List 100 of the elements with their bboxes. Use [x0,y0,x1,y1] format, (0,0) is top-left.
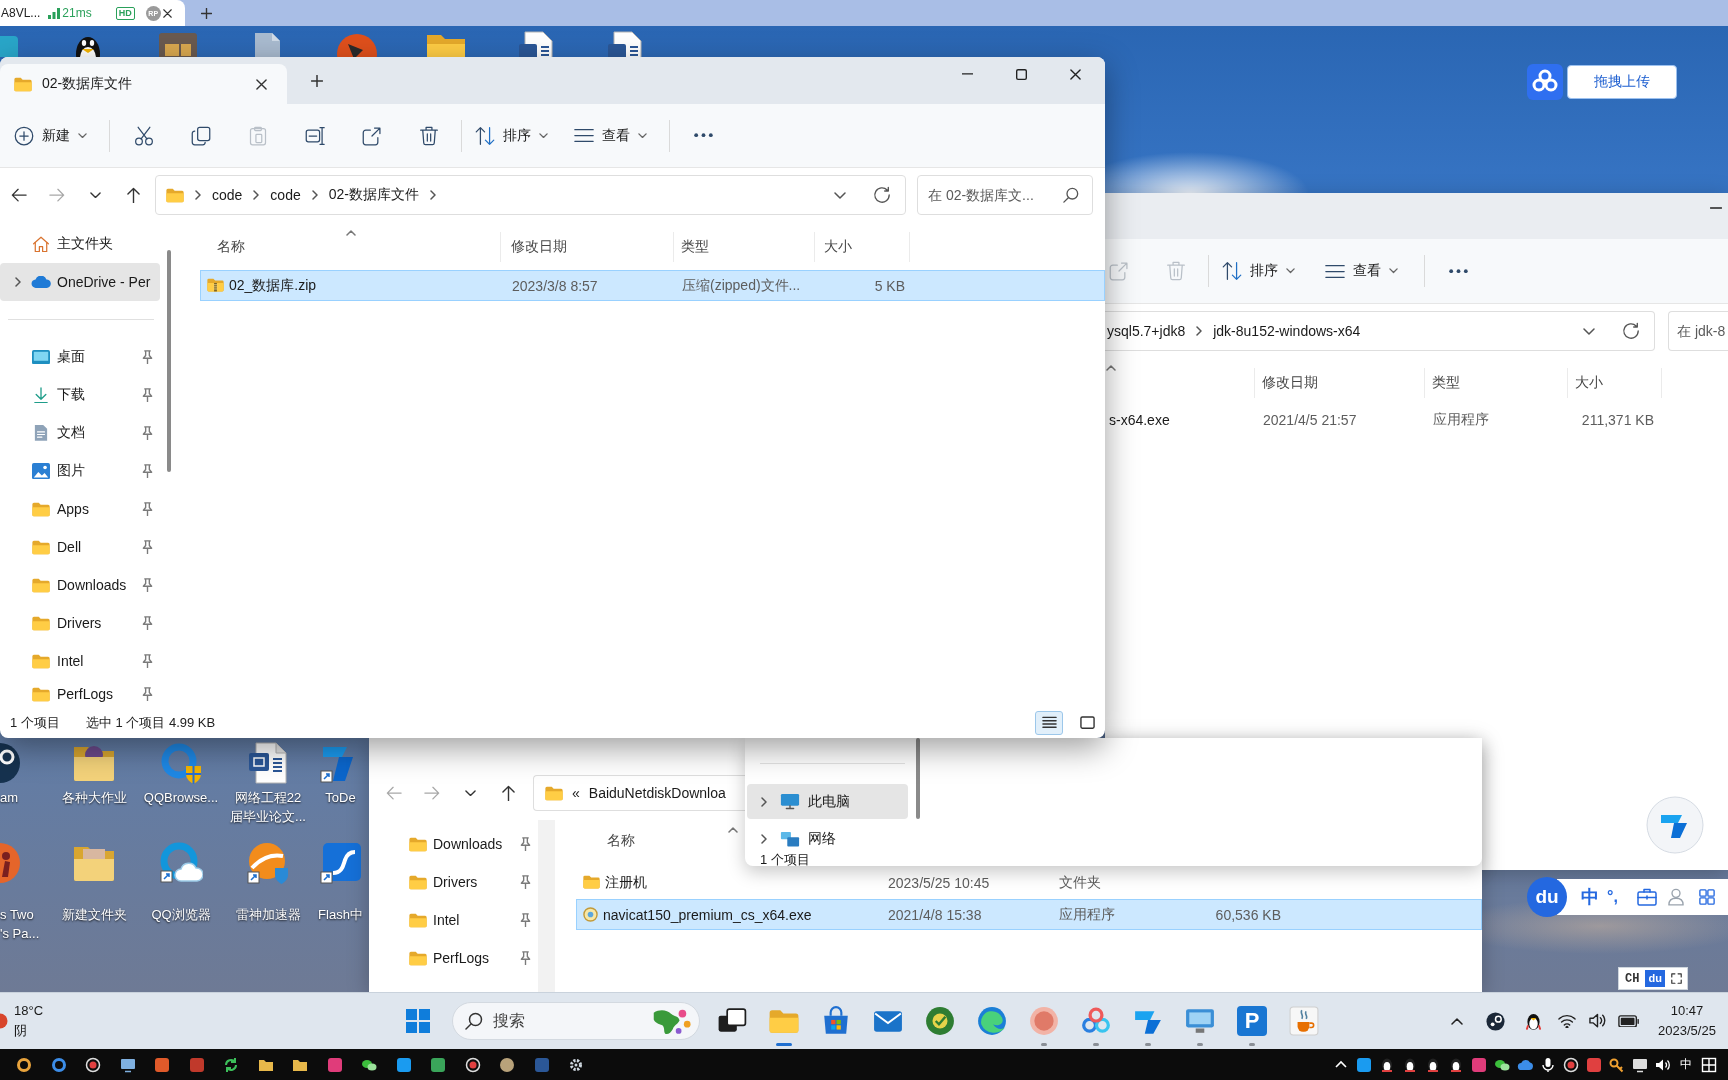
close-icon[interactable] [163,8,172,18]
refresh-icon[interactable] [873,186,891,204]
new-button[interactable]: 新建 [6,115,95,156]
pin-icon[interactable] [142,501,153,517]
nav-item[interactable]: 主文件夹 [0,225,160,263]
refresh-icon[interactable] [1622,322,1640,340]
nav-item[interactable]: Downloads [369,825,538,863]
breadcrumb[interactable]: code [212,187,243,203]
toolbox-icon[interactable] [1636,888,1657,906]
chevron-icon[interactable] [761,796,767,807]
nav-item[interactable]: 文档 [0,414,160,452]
ime-indicator[interactable]: 中 [1679,1056,1692,1073]
nav-item[interactable]: 桌面 [0,338,160,376]
column-header[interactable]: 名称 [200,222,501,268]
pin-icon[interactable] [142,653,153,669]
record-icon[interactable] [1562,1056,1579,1073]
grid-icon[interactable] [1700,1056,1717,1073]
temperature-label[interactable]: 18°C [14,1001,44,1021]
record-icon[interactable] [464,1056,481,1073]
search-icon[interactable] [465,1012,483,1030]
tile-icon[interactable] [154,1056,171,1073]
scissors-icon[interactable] [133,125,154,146]
expand-icon[interactable] [1670,973,1682,984]
copy-icon[interactable] [190,125,211,146]
input-mode-toggle[interactable]: 中 [1581,885,1599,909]
column-header[interactable]: 大小 [815,222,910,268]
trash-icon[interactable] [418,125,439,146]
tile-icon[interactable] [430,1056,447,1073]
key-icon[interactable] [1608,1056,1625,1073]
new-tab-icon[interactable] [201,7,212,19]
window-tab[interactable]: 02-数据库文件 [0,64,287,104]
sort-button[interactable]: 排序 [467,115,556,156]
scrollbar[interactable] [538,820,555,992]
ring-icon[interactable] [16,1056,33,1073]
nav-item[interactable]: 网络 [747,825,908,853]
clock-time[interactable]: 10:47 [1670,1001,1704,1021]
taskbar-button[interactable]: P [1228,993,1276,1049]
ball-icon[interactable] [246,841,290,885]
chevron-down-icon[interactable] [464,789,476,797]
breadcrumb[interactable]: BaiduNetdiskDownloa [588,785,726,801]
breadcrumb[interactable]: 02-数据库文件 [328,186,419,204]
tile-icon[interactable] [395,1056,412,1073]
pin-icon[interactable] [142,387,153,403]
nav-item[interactable]: OneDrive - Per [0,263,160,301]
nav-item[interactable]: Intel [369,901,538,939]
scrollbar[interactable] [916,738,920,819]
column-header[interactable]: 名称 [576,826,745,856]
column-header[interactable]: 大小 [1568,358,1662,404]
file-row[interactable]: 注册机 2023/5/25 10:45 文件夹 [576,867,1482,898]
nav-item[interactable]: 图片 [0,452,160,490]
up-arrow-icon[interactable] [501,784,515,802]
share-icon[interactable] [361,125,382,146]
ime-logo[interactable]: du [1645,970,1665,987]
chevron-icon[interactable] [761,834,767,844]
pin-icon[interactable] [520,874,531,890]
penguin-icon[interactable] [1525,1011,1541,1031]
gear-icon[interactable] [568,1056,585,1073]
overflow-chevrons[interactable]: « [572,785,580,801]
scrollbar[interactable] [167,250,171,472]
pin-icon[interactable] [142,349,153,365]
tile-icon[interactable] [533,1056,550,1073]
search-field[interactable]: 在 jdk-8 [1668,311,1728,351]
address-bar[interactable]: « BaiduNetdiskDownloa [533,775,745,811]
battery-icon[interactable] [1618,1014,1640,1028]
globe-shield-icon[interactable] [159,741,203,785]
clock-date[interactable]: 2023/5/25 [1658,1021,1716,1041]
punctuation-toggle[interactable]: °, [1607,888,1618,906]
nav-item[interactable]: Intel [0,642,160,680]
nav-item[interactable]: 下载 [0,376,160,414]
column-header[interactable]: 类型 [674,222,815,268]
view-button[interactable]: 查看 [566,115,655,156]
file-row[interactable]: navicat150_premium_cs_x64.exe 2021/4/8 15:38 应用程序 60,536 KB [576,899,1482,930]
monitor-icon[interactable] [119,1056,136,1073]
monitor-icon[interactable] [1631,1056,1648,1073]
new-tab-icon[interactable] [311,74,323,87]
breadcrumb[interactable]: ysql5.7+jdk8 [1107,323,1186,339]
more-icon[interactable] [694,133,713,138]
details-view-button[interactable] [1035,711,1063,735]
view-button[interactable]: 查看 [1317,251,1406,291]
pin-icon[interactable] [142,615,153,631]
speaker-icon[interactable] [1588,1013,1606,1029]
weather-label[interactable]: 阴 [14,1021,44,1041]
pin-icon[interactable] [142,686,153,702]
ime-logo[interactable]: du [1527,877,1567,917]
swirl-tile-icon[interactable] [318,841,363,885]
cycle-arrows-icon[interactable] [223,1056,240,1073]
document-icon[interactable] [605,30,645,57]
nav-item[interactable]: Dell [0,528,160,566]
search-icon[interactable] [1063,187,1079,203]
wifi-icon[interactable] [1558,1013,1576,1029]
pin-icon[interactable] [520,912,531,928]
chevron-down-icon[interactable] [1583,327,1595,335]
nav-item[interactable]: PerfLogs [0,680,160,708]
nav-item[interactable]: PerfLogs [369,939,538,977]
search-field[interactable]: 搜索 [452,1002,700,1040]
address-bar[interactable]: code code 02-数据库文件 [155,175,906,215]
chevron-icon[interactable] [311,190,318,200]
tile-icon[interactable] [188,1056,205,1073]
maximize-icon[interactable] [1015,68,1027,80]
language-indicator[interactable]: CH [1625,971,1640,986]
